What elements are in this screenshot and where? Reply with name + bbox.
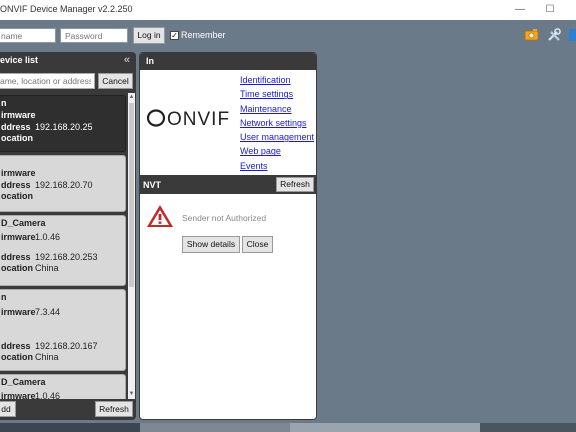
device-name: n: [1, 98, 7, 108]
device-filter-row: Cancel: [0, 72, 136, 91]
device-item[interactable]: irmware ddress 192.168.20.70 ocation: [0, 155, 126, 212]
link-identification[interactable]: Identification: [240, 73, 314, 87]
link-maintenance[interactable]: Maintenance: [240, 102, 314, 116]
device-name: n: [1, 292, 7, 302]
refresh-devices-button[interactable]: Refresh: [95, 401, 133, 417]
nvt-refresh-button[interactable]: Refresh: [276, 177, 314, 192]
location-label: ocation: [1, 263, 34, 273]
onvif-logo-mark: ONVIF: [146, 109, 230, 130]
remember-checkbox[interactable]: ✓: [170, 31, 179, 40]
firmware-label: irmware: [1, 168, 36, 178]
nvt-header: NVT Refresh: [140, 175, 316, 194]
location-value: China: [35, 352, 59, 362]
location-label: ocation: [1, 133, 34, 143]
location-label: ocation: [1, 191, 34, 201]
device-name: D_Camera: [1, 377, 46, 387]
address-value: 192.168.20.167: [35, 340, 98, 351]
desktop-segment: [0, 423, 140, 432]
link-web-page[interactable]: Web page: [240, 144, 314, 158]
device-list-title: evice list: [0, 55, 39, 65]
firmware-label: irmware: [1, 232, 36, 242]
device-item[interactable]: n irmware7.3.44 ddress 192.168.20.167 oca…: [0, 289, 126, 371]
camera-refresh-icon[interactable]: [524, 27, 540, 43]
device-list: n irmware ddress 192.168.20.25 ocation ir…: [0, 93, 126, 399]
firmware-label: irmware: [1, 307, 36, 317]
address-value: 192.168.20.253: [35, 251, 98, 262]
location-label: ocation: [1, 352, 34, 362]
info-panel-header: In: [140, 53, 316, 70]
collapse-panel-icon[interactable]: «: [124, 54, 130, 66]
window-title: ONVIF Device Manager v2.2.250: [0, 4, 133, 14]
desktop-background-strip: [0, 423, 576, 432]
nvt-title: NVT: [143, 180, 161, 190]
onvif-logo: ONVIF: [146, 105, 238, 138]
device-list-actions: dd Refresh: [0, 399, 136, 420]
close-button[interactable]: Close: [242, 236, 273, 253]
desktop-segment: [290, 423, 480, 432]
firmware-label: irmware: [1, 391, 36, 399]
warning-icon: [147, 205, 173, 227]
device-item[interactable]: D_Camera irmware1.0.46: [0, 374, 126, 399]
window-titlebar: ONVIF Device Manager v2.2.250 — ☐: [0, 0, 576, 20]
password-input[interactable]: [60, 28, 128, 43]
login-toolbar: Log in ✓ Remember: [0, 20, 576, 50]
scroll-thumb[interactable]: [129, 103, 134, 287]
link-user-management[interactable]: User management: [240, 130, 314, 144]
device-filter-input[interactable]: [0, 73, 95, 89]
link-time-settings[interactable]: Time settings: [240, 87, 314, 101]
scroll-down-icon[interactable]: ▼: [128, 390, 135, 399]
desktop-segment: [140, 423, 290, 432]
device-info-panel: In ONVIF Identification Time settings Ma…: [139, 52, 317, 420]
remember-label: Remember: [181, 30, 226, 40]
login-button[interactable]: Log in: [133, 27, 165, 44]
address-label: ddress: [1, 251, 31, 262]
help-icon[interactable]: [568, 27, 576, 43]
address-label: ddress: [1, 179, 31, 190]
filter-cancel-button[interactable]: Cancel: [98, 73, 133, 89]
device-item[interactable]: D_Camera irmware1.0.46 ddress 192.168.20.…: [0, 215, 126, 286]
device-list-panel: evice list « Cancel n irmware ddress 192.…: [0, 52, 136, 420]
minimize-button[interactable]: —: [505, 2, 535, 18]
username-input[interactable]: [0, 28, 56, 43]
address-value: 192.168.20.70: [35, 179, 93, 190]
tools-icon[interactable]: [546, 27, 562, 43]
desktop-segment: [480, 423, 576, 432]
device-name: D_Camera: [1, 218, 46, 228]
maximize-button[interactable]: ☐: [535, 2, 565, 18]
device-item[interactable]: n irmware ddress 192.168.20.25 ocation: [0, 95, 126, 152]
firmware-label: irmware: [1, 110, 36, 120]
show-details-button[interactable]: Show details: [182, 236, 240, 253]
firmware-value: 1.0.46: [35, 391, 61, 399]
firmware-value: 1.0.46: [35, 232, 61, 242]
add-device-button[interactable]: dd: [0, 401, 16, 417]
location-value: China: [35, 263, 59, 273]
onvif-logo-text: ONVIF: [167, 109, 230, 130]
device-list-scrollbar[interactable]: ▲ ▼: [128, 93, 135, 399]
info-panel-title: In: [146, 56, 154, 66]
address-value: 192.168.20.25: [35, 121, 93, 132]
address-label: ddress: [1, 340, 31, 351]
firmware-value: 7.3.44: [35, 307, 61, 317]
scroll-up-icon[interactable]: ▲: [128, 93, 135, 102]
link-network-settings[interactable]: Network settings: [240, 116, 314, 130]
device-list-header: evice list «: [0, 52, 136, 69]
address-label: ddress: [1, 121, 31, 132]
link-events[interactable]: Events: [240, 159, 314, 173]
device-menu-links: Identification Time settings Maintenance…: [240, 73, 314, 173]
error-message: Sender not Authorized: [182, 213, 267, 223]
